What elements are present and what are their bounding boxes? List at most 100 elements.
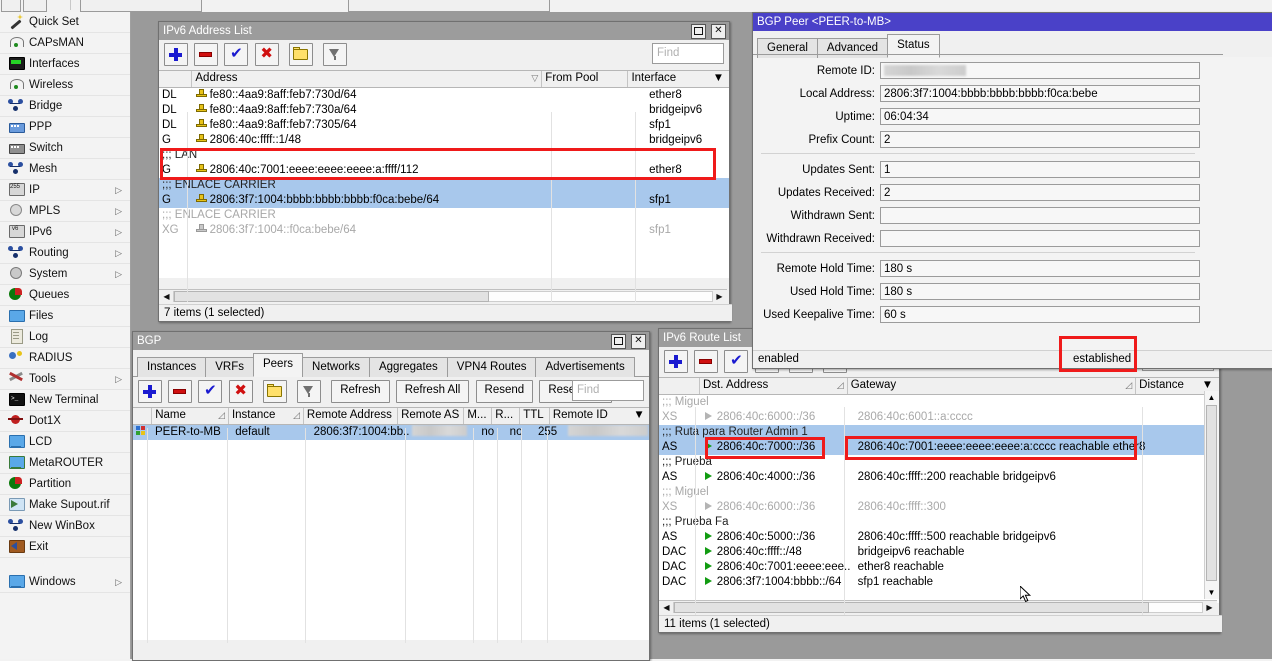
sidebar-item-new-winbox[interactable]: New WinBox	[0, 516, 130, 537]
scroll-down-icon[interactable]: ▼	[1205, 586, 1218, 599]
table-row-comment[interactable]: ;;; Prueba Fa	[659, 515, 1219, 530]
vscroll-thumb[interactable]	[1206, 405, 1217, 581]
route-hscrollbar[interactable]: ◀ ▶	[659, 600, 1217, 615]
bgp-peers-toolbar[interactable]: ✔ ✖ Refresh Refresh All Resend Resend Al…	[133, 377, 649, 407]
enable-icon[interactable]: ✔	[724, 350, 748, 373]
tab-advertisements[interactable]: Advertisements	[535, 357, 634, 377]
close-icon[interactable]: ✕	[711, 24, 726, 39]
toolbar-button-1[interactable]	[1, 0, 21, 12]
sidebar-item-tools[interactable]: Tools▷	[0, 369, 130, 390]
sidebar-item-radius[interactable]: RADIUS	[0, 348, 130, 369]
toolbar-address-field[interactable]	[80, 0, 202, 12]
sidebar-item-log[interactable]: Log	[0, 327, 130, 348]
column-distance[interactable]: Distance	[1136, 378, 1196, 394]
field-value[interactable]	[880, 230, 1200, 247]
table-row[interactable]: G2806:3f7:1004:bbbb:bbbb:bbbb:f0ca:bebe/…	[159, 193, 729, 208]
table-row[interactable]: XG2806:3f7:1004::f0ca:bebe/64sfp1	[159, 223, 729, 238]
bgp-window-titlebar[interactable]: BGP ✕	[133, 332, 649, 350]
scroll-up-icon[interactable]: ▲	[1205, 391, 1218, 404]
peers-table-body[interactable]: PEER-to-MBdefault2806:3f7:1004:bb..nono2…	[133, 425, 649, 640]
column-gateway[interactable]: Gateway◿	[848, 378, 1136, 394]
sidebar-item-exit[interactable]: Exit	[0, 537, 130, 558]
table-row-comment[interactable]: ;;; ENLACE CARRIER	[159, 178, 729, 193]
bgp-peer-dialog[interactable]: BGP Peer <PEER-to-MB> GeneralAdvancedSta…	[752, 12, 1272, 369]
table-row[interactable]: DAC2806:40c:7001:eeee:eee..ether8 reacha…	[659, 560, 1219, 575]
table-row[interactable]: AS2806:40c:7000::/362806:40c:7001:eeee:e…	[659, 440, 1219, 455]
sidebar-item-lcd[interactable]: LCD	[0, 432, 130, 453]
table-row-comment[interactable]: ;;; Ruta para Router Admin 1	[659, 425, 1219, 440]
sidebar-item-dot1x[interactable]: Dot1X	[0, 411, 130, 432]
tab-advanced[interactable]: Advanced	[817, 38, 888, 58]
remove-icon[interactable]	[194, 43, 218, 66]
table-row[interactable]: DLfe80::4aa9:8aff:feb7:7305/64sfp1	[159, 118, 729, 133]
scroll-left-icon[interactable]: ◀	[660, 601, 673, 614]
field-value[interactable]: 60 s	[880, 306, 1200, 323]
maximize-icon[interactable]	[691, 24, 706, 39]
column-name[interactable]: Name◿	[152, 408, 229, 424]
table-row-comment[interactable]: ;;; Miguel	[659, 395, 1219, 410]
peer-dialog-titlebar[interactable]: BGP Peer <PEER-to-MB>	[753, 13, 1272, 31]
column-m[interactable]: M...	[464, 408, 492, 424]
sidebar-item-system[interactable]: System▷	[0, 264, 130, 285]
field-value[interactable]: 1	[880, 161, 1200, 178]
table-row[interactable]: XS2806:40c:6000::/362806:40c:ffff::300	[659, 500, 1219, 515]
search-input[interactable]: Find	[652, 43, 724, 64]
maximize-icon[interactable]	[611, 334, 626, 349]
window-titlebar[interactable]: IPv6 Address List ✕	[159, 22, 729, 40]
sidebar-item-files[interactable]: Files	[0, 306, 130, 327]
field-value[interactable]: 180 s	[880, 260, 1200, 277]
sidebar-item-interfaces[interactable]: Interfaces	[0, 54, 130, 75]
address-table-body[interactable]: DLfe80::4aa9:8aff:feb7:730d/64ether8DLfe…	[159, 88, 729, 278]
table-row[interactable]: AS2806:40c:5000::/362806:40c:ffff::500 r…	[659, 530, 1219, 545]
bgp-tab-bar[interactable]: InstancesVRFsPeersNetworksAggregatesVPN4…	[133, 350, 649, 377]
tab-general[interactable]: General	[757, 38, 818, 58]
scroll-left-icon[interactable]: ◀	[160, 290, 173, 303]
route-vscrollbar[interactable]: ▲ ▼	[1204, 391, 1219, 599]
add-icon[interactable]	[164, 43, 188, 66]
column-from-pool[interactable]: From Pool	[542, 71, 628, 87]
sidebar-item-new-terminal[interactable]: >_New Terminal	[0, 390, 130, 411]
table-row[interactable]: DLfe80::4aa9:8aff:feb7:730d/64ether8	[159, 88, 729, 103]
field-value[interactable]: 06:04:34	[880, 108, 1200, 125]
ipv6-address-list-window[interactable]: IPv6 Address List ✕ ✔ ✖ Find Address▽ Fr…	[158, 21, 730, 322]
bgp-window[interactable]: BGP ✕ InstancesVRFsPeersNetworksAggregat…	[132, 331, 650, 661]
sidebar-item-capsman[interactable]: CAPsMAN	[0, 33, 130, 54]
table-row[interactable]: AS2806:40c:4000::/362806:40c:ffff::200 r…	[659, 470, 1219, 485]
search-input[interactable]: Find	[572, 380, 644, 401]
address-hscrollbar[interactable]: ◀ ▶	[159, 289, 727, 304]
toolbar-session-field[interactable]	[348, 0, 550, 12]
tab-instances[interactable]: Instances	[137, 357, 206, 377]
column-flags[interactable]	[159, 71, 192, 87]
column-interface[interactable]: Interface	[628, 71, 707, 87]
hscroll-thumb[interactable]	[674, 602, 1149, 613]
sidebar-item-windows[interactable]: Windows▷	[0, 572, 130, 593]
tab-networks[interactable]: Networks	[302, 357, 370, 377]
table-row-comment[interactable]: ;;; LAN	[159, 148, 729, 163]
sidebar-item-ipv6[interactable]: v6IPv6▷	[0, 222, 130, 243]
field-value[interactable]: 2	[880, 131, 1200, 148]
sidebar-item-make-supout-rif[interactable]: Make Supout.rif	[0, 495, 130, 516]
sidebar-item-ppp[interactable]: PPP	[0, 117, 130, 138]
sidebar-item-routing[interactable]: Routing▷	[0, 243, 130, 264]
route-table-body[interactable]: ;;; MiguelXS2806:40c:6000::/362806:40c:6…	[659, 395, 1219, 603]
scroll-right-icon[interactable]: ▶	[1203, 601, 1216, 614]
disable-icon[interactable]: ✖	[229, 380, 253, 403]
column-instance[interactable]: Instance◿	[229, 408, 304, 424]
sidebar-item-partition[interactable]: Partition	[0, 474, 130, 495]
sidebar-item-mesh[interactable]: Mesh	[0, 159, 130, 180]
add-icon[interactable]	[138, 380, 162, 403]
column-dst-address[interactable]: Dst. Address◿	[700, 378, 848, 394]
column-flags[interactable]	[659, 378, 700, 394]
column-ttl[interactable]: TTL	[520, 408, 550, 424]
column-remote-as[interactable]: Remote AS	[398, 408, 464, 424]
table-row[interactable]: G2806:40c:7001:eeee:eeee:eeee:a:ffff/112…	[159, 163, 729, 178]
column-address[interactable]: Address▽	[192, 71, 542, 87]
field-value[interactable]: 2	[880, 184, 1200, 201]
sidebar-item-queues[interactable]: Queues	[0, 285, 130, 306]
toolbar-button-2[interactable]	[23, 0, 47, 12]
column-r[interactable]: R...	[492, 408, 520, 424]
add-icon[interactable]	[664, 350, 688, 373]
comment-icon[interactable]	[263, 380, 287, 403]
bgp-window-controls[interactable]: ✕	[609, 334, 646, 352]
sidebar-item-quick-set[interactable]: Quick Set	[0, 12, 130, 33]
